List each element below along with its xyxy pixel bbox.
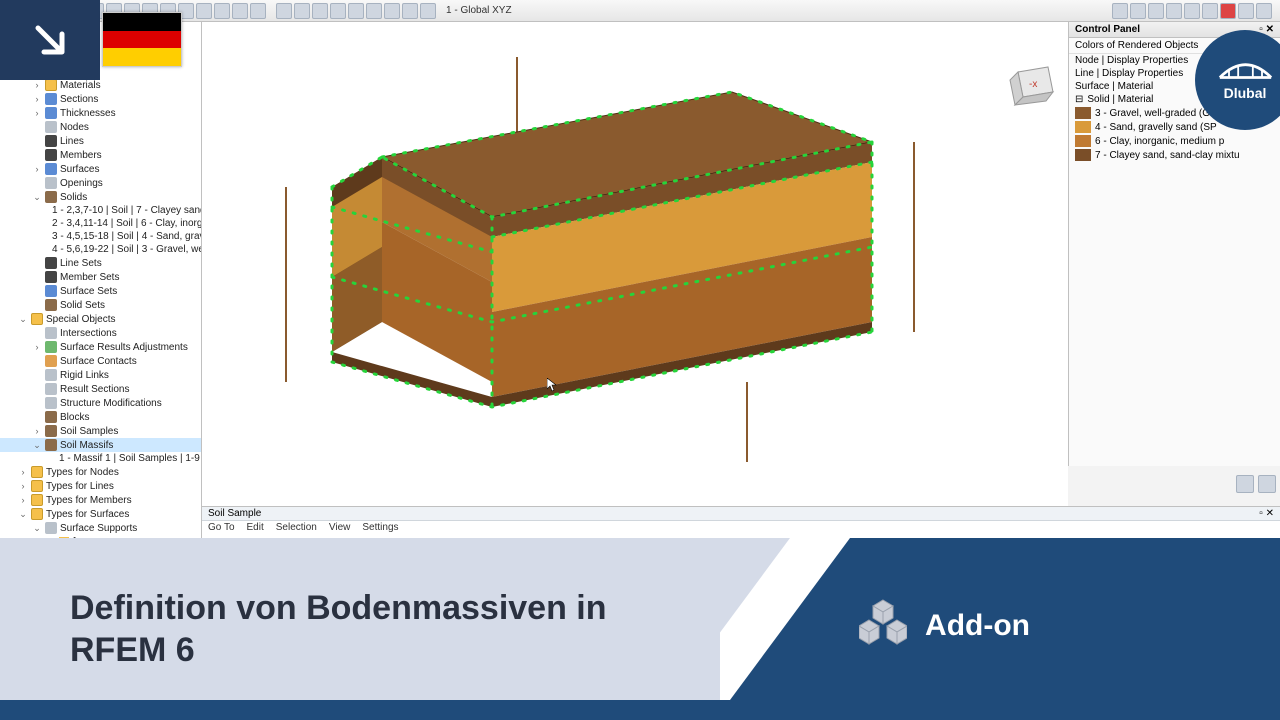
dock-controls[interactable]: ▫ ✕ [1259,508,1274,519]
toolbar-icon[interactable] [384,3,400,19]
toolbar-icon[interactable] [420,3,436,19]
dock-menu: Go To Edit Selection View Settings [202,521,1280,534]
app-window: 1 - Global XYZ ›Materials›Sections›Thick… [0,0,1280,538]
tree-item[interactable]: ›Sections [0,92,201,106]
toolbar-icon[interactable] [214,3,230,19]
dock-title: Soil Sample [208,508,261,519]
tree-item[interactable]: Openings [0,176,201,190]
control-panel-title: Control Panel [1075,24,1140,35]
tree-item[interactable]: Rigid Links [0,368,201,382]
banner-title: Definition von Bodenmassiven in RFEM 6 [0,587,607,672]
video-banner: Definition von Bodenmassiven in RFEM 6 A… [0,538,1280,720]
legend-head: Solid | Material [1087,94,1153,105]
tree-item[interactable]: Structure Modifications [0,396,201,410]
logo-text: Dlubal [1224,85,1267,101]
dock-menu-item[interactable]: Go To [208,522,235,533]
toolbar-icon[interactable] [348,3,364,19]
toolbar-icon[interactable] [1236,475,1254,493]
flag-badge [0,0,182,80]
mouse-cursor-icon [547,378,557,392]
tree-item[interactable]: Members [0,148,201,162]
german-flag-icon [102,12,182,67]
addon-badge: Add-on [859,598,1030,654]
close-icon[interactable] [1220,3,1236,19]
toolbar-icon[interactable] [1130,3,1146,19]
toolbar-icon[interactable] [1166,3,1182,19]
toolbar-icon[interactable] [294,3,310,19]
dock-menu-item[interactable]: Settings [362,522,398,533]
toolbar-icon[interactable] [1202,3,1218,19]
toolbar-icon[interactable] [1112,3,1128,19]
toolbar-icon[interactable] [1258,475,1276,493]
toolbar-icon[interactable] [312,3,328,19]
tree-item[interactable]: 4 - 5,6,19-22 | Soil | 3 - Gravel, well-… [0,243,201,256]
tree-item[interactable]: 2 - 3,4,11-14 | Soil | 6 - Clay, inorgan… [0,217,201,230]
toolbar-icon[interactable] [232,3,248,19]
arrow-icon [0,0,100,80]
toolbar-icon[interactable] [196,3,212,19]
tree-item[interactable]: ›Soil Samples [0,424,201,438]
tree-item[interactable]: Blocks [0,410,201,424]
dock-menu-item[interactable]: Edit [247,522,264,533]
svg-text:-x: -x [1029,79,1037,90]
main-toolbar: 1 - Global XYZ [0,0,1280,22]
tree-item[interactable]: ›Thicknesses [0,106,201,120]
legend-row: 7 - Clayey sand, sand-clay mixtu [1069,148,1280,162]
toolbar-icon[interactable] [1238,3,1254,19]
tree-item[interactable]: Member Sets [0,270,201,284]
badge-label: Add-on [925,609,1030,643]
tree-item[interactable]: ›Surfaces [0,162,201,176]
tree-item[interactable]: ›Types for Members [0,493,201,507]
tree-item[interactable]: ⌄Special Objects [0,312,201,326]
toolbar-icon[interactable] [330,3,346,19]
bottom-dock: Soil Sample ▫ ✕ Go To Edit Selection View Se… [202,506,1280,538]
tree-item[interactable]: Solid Sets [0,298,201,312]
navigator-tree[interactable]: ›Materials›Sections›ThicknessesNodesLine… [0,22,202,538]
toolbar-icon[interactable] [366,3,382,19]
tree-item[interactable]: Intersections [0,326,201,340]
tree-item[interactable]: Lines [0,134,201,148]
tree-item[interactable]: Result Sections [0,382,201,396]
soil-massif-render [202,22,1068,506]
toolbar-icon[interactable] [250,3,266,19]
tree-item[interactable]: ⌄Solids [0,190,201,204]
tree-item[interactable]: ›Surface Results Adjustments [0,340,201,354]
tree-item[interactable]: 3 - 4,5,15-18 | Soil | 4 - Sand, gravell… [0,230,201,243]
tree-item[interactable]: Nodes [0,120,201,134]
tree-item[interactable]: ⌄Types for Surfaces [0,507,201,521]
legend-row: 6 - Clay, inorganic, medium p [1069,134,1280,148]
3d-viewport[interactable]: -x [202,22,1068,506]
dock-menu-item[interactable]: Selection [276,522,317,533]
toolbar-icon[interactable] [402,3,418,19]
cube-stack-icon [859,598,907,654]
tree-item[interactable]: ›Types for Lines [0,479,201,493]
tree-item[interactable]: ⌄Surface Supports [0,521,201,535]
banner-footer-stripe [0,700,1280,720]
toolbar-icon[interactable] [276,3,292,19]
toolbar-icon[interactable] [1184,3,1200,19]
tree-item[interactable]: 1 - 2,3,7-10 | Soil | 7 - Clayey sand, s… [0,204,201,217]
dock-menu-item[interactable]: View [329,522,351,533]
tree-item[interactable]: Surface Contacts [0,354,201,368]
toolbar-icon[interactable] [1148,3,1164,19]
view-cube[interactable]: -x [1003,57,1063,117]
tree-item[interactable]: ›Types for Nodes [0,465,201,479]
tree-item[interactable]: 1 - Massif 1 | Soil Samples | 1-9 [0,452,201,465]
toolbar-icon[interactable] [1256,3,1272,19]
expand-icon[interactable]: ⊟ [1075,94,1083,105]
tree-item[interactable]: ⌄Soil Massifs [0,438,201,452]
tree-item[interactable]: Surface Sets [0,284,201,298]
right-icons [1236,475,1276,493]
coord-system-label[interactable]: 1 - Global XYZ [446,5,512,16]
tree-item[interactable]: ›Materials [0,78,201,92]
tree-item[interactable]: Line Sets [0,256,201,270]
